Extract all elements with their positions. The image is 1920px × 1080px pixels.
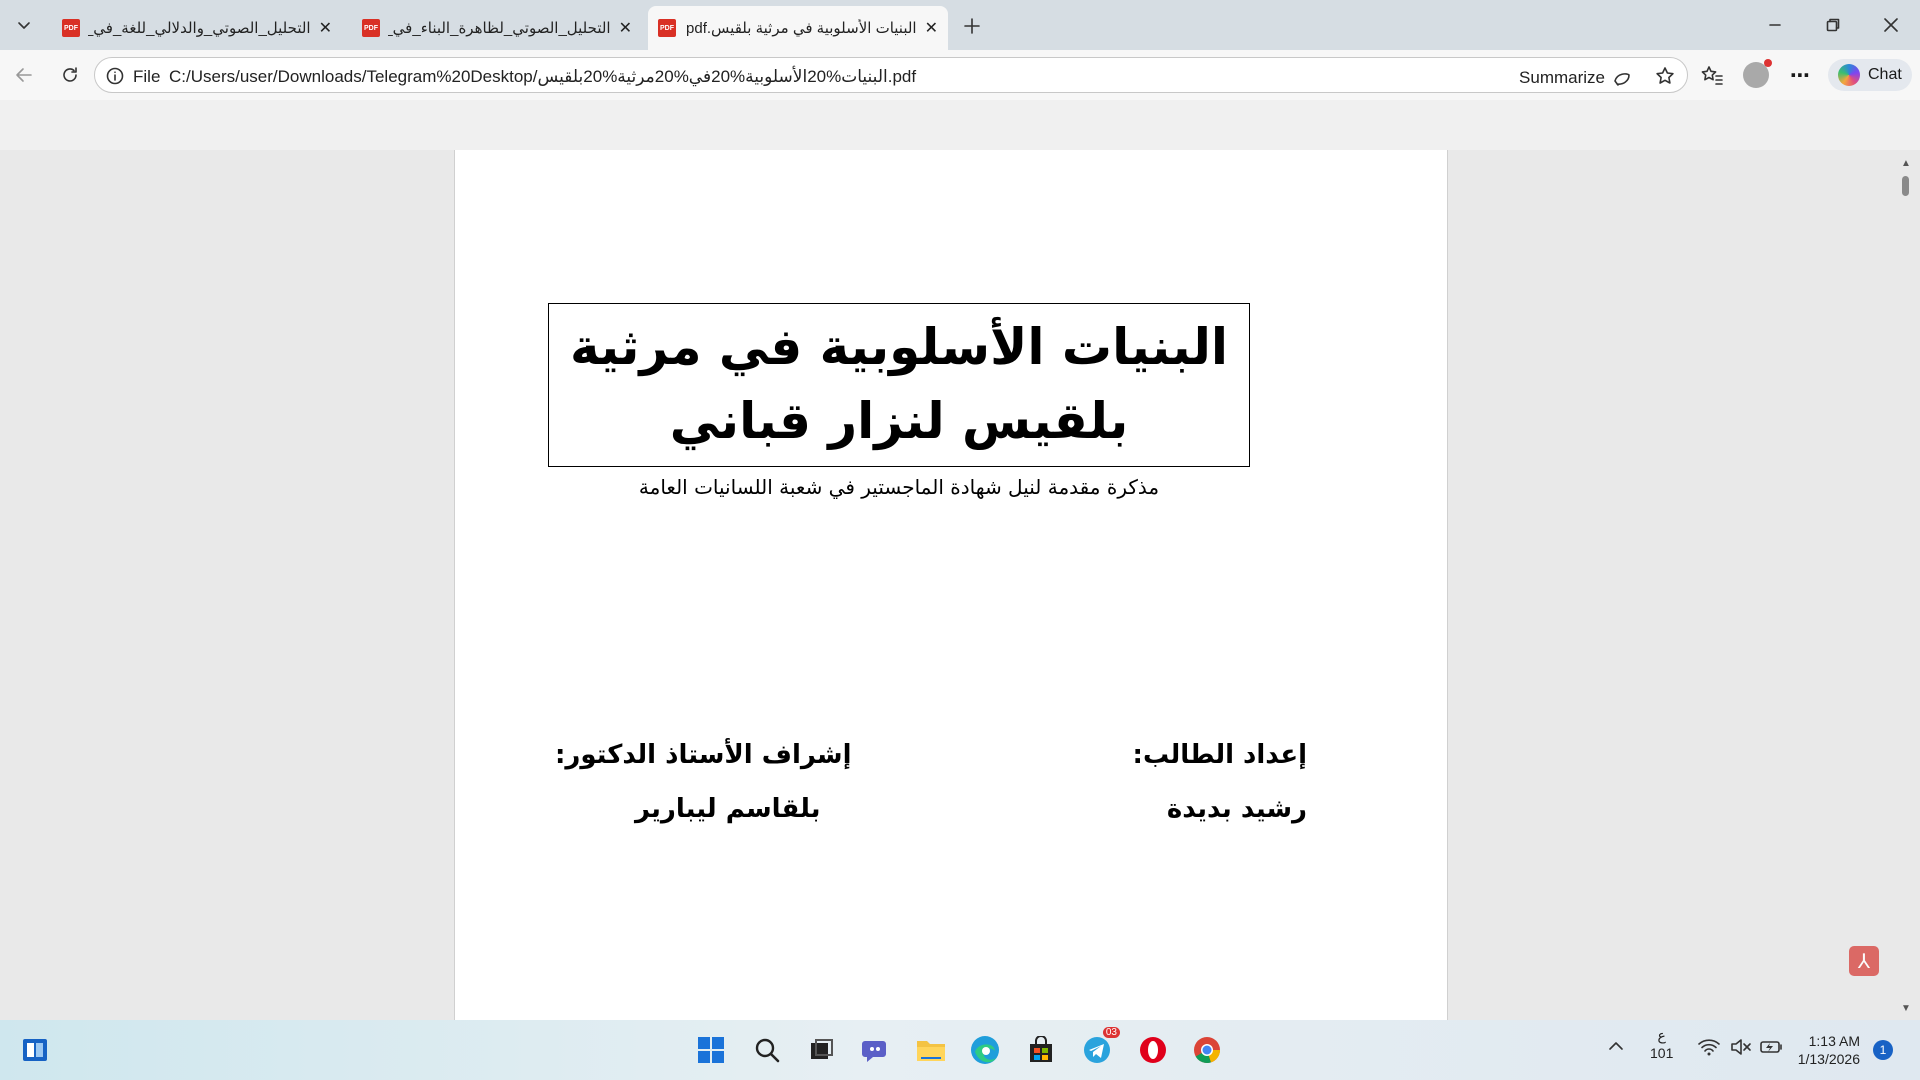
teams-chat-icon xyxy=(861,1035,891,1065)
close-icon[interactable]: ✕ xyxy=(319,18,332,38)
url-scheme: File xyxy=(133,67,161,86)
tab-title: التحليل_الصوتي_والدلالي_للغة_في_ xyxy=(88,20,311,37)
input-language[interactable]: ع 101 xyxy=(1650,1026,1673,1062)
document-title: البنيات الأسلوبية في مرثية بلقيس لنزار ق… xyxy=(569,318,1229,450)
search-button[interactable] xyxy=(746,1029,788,1071)
pdf-icon: PDF xyxy=(658,19,676,37)
address-field[interactable]: File C:/Users/user/Downloads/Telegram%20… xyxy=(94,57,1688,93)
store-icon xyxy=(1027,1036,1055,1064)
store-button[interactable] xyxy=(1020,1029,1062,1071)
scroll-down-icon[interactable]: ▼ xyxy=(1901,1003,1911,1014)
tab-title: التحليل_الصوتي_لظاهرة_البناء_في_ال xyxy=(388,20,611,37)
more-dots-icon: ⋯ xyxy=(1790,64,1810,87)
opera-icon xyxy=(1138,1035,1168,1065)
favorite-star-icon[interactable] xyxy=(1655,66,1675,86)
close-window-button[interactable] xyxy=(1862,0,1920,50)
copilot-sparkle-icon xyxy=(1611,67,1633,89)
favorites-button[interactable] xyxy=(1696,59,1728,91)
student-name: رشيد بديدة xyxy=(1166,794,1307,824)
search-icon xyxy=(753,1036,781,1064)
refresh-button[interactable] xyxy=(54,59,86,91)
widgets-button[interactable] xyxy=(14,1029,56,1071)
close-icon[interactable]: ✕ xyxy=(619,18,632,38)
edge-button[interactable] xyxy=(964,1029,1006,1071)
windows-icon xyxy=(697,1036,725,1064)
widgets-icon xyxy=(20,1035,50,1065)
chat-button[interactable]: Chat xyxy=(1828,59,1912,91)
favorites-icon xyxy=(1701,64,1723,86)
pdf-page: البنيات الأسلوبية في مرثية بلقيس لنزار ق… xyxy=(454,150,1448,1020)
teams-button[interactable] xyxy=(855,1029,897,1071)
lang-top: ع xyxy=(1657,1027,1666,1043)
wifi-icon[interactable] xyxy=(1698,1038,1720,1056)
scroll-thumb[interactable] xyxy=(1902,176,1909,196)
summarize-button[interactable]: Summarize xyxy=(1519,67,1633,89)
pdf-icon: PDF xyxy=(362,19,380,37)
tab-active[interactable]: PDF البنيات الأسلوبية في مرثية بلقيس.pdf… xyxy=(648,6,948,50)
close-icon xyxy=(1884,18,1898,32)
refresh-icon xyxy=(60,65,80,85)
minimize-icon xyxy=(1769,19,1781,31)
folder-icon xyxy=(915,1035,947,1065)
copilot-icon xyxy=(1838,64,1860,86)
clock[interactable]: 1:13 AM 1/13/2026 xyxy=(1780,1032,1860,1068)
chrome-icon xyxy=(1192,1035,1222,1065)
tab-title: البنيات الأسلوبية في مرثية بلقيس.pdf xyxy=(686,20,917,37)
new-tab-button[interactable] xyxy=(956,10,988,42)
summarize-label: Summarize xyxy=(1519,68,1605,87)
telegram-badge: 03 xyxy=(1102,1027,1120,1038)
chevron-down-icon xyxy=(16,17,32,33)
date: 1/13/2026 xyxy=(1797,1051,1860,1067)
more-button[interactable]: ⋯ xyxy=(1784,59,1816,91)
scroll-up-icon[interactable]: ▲ xyxy=(1901,158,1911,169)
volume-muted-icon[interactable] xyxy=(1730,1038,1752,1056)
telegram-icon xyxy=(1082,1035,1112,1065)
chrome-button[interactable] xyxy=(1186,1029,1228,1071)
student-label: إعداد الطالب: xyxy=(1132,740,1307,770)
url-text[interactable]: C:/Users/user/Downloads/Telegram%20Deskt… xyxy=(169,67,916,87)
opera-button[interactable] xyxy=(1132,1029,1174,1071)
plus-icon xyxy=(963,17,981,35)
address-bar-row: File C:/Users/user/Downloads/Telegram%20… xyxy=(0,50,1920,100)
tab-list-button[interactable] xyxy=(6,8,42,42)
tray-overflow-icon[interactable] xyxy=(1608,1038,1624,1054)
avatar xyxy=(1743,59,1772,88)
notification-badge[interactable]: 1 xyxy=(1873,1040,1893,1060)
info-icon[interactable] xyxy=(105,66,125,86)
supervisor-label: إشراف الأستاذ الدكتور: xyxy=(555,740,852,770)
profile-button[interactable] xyxy=(1740,59,1772,91)
acrobat-icon[interactable]: ⅄ xyxy=(1849,946,1879,976)
minimize-button[interactable] xyxy=(1746,0,1804,50)
time: 1:13 AM xyxy=(1808,1033,1860,1049)
back-button[interactable] xyxy=(8,59,40,91)
taskbar: 03 ع 101 1:13 AM 1/13/2026 1 xyxy=(0,1020,1920,1080)
chat-label: Chat xyxy=(1868,66,1902,83)
telegram-button[interactable]: 03 xyxy=(1076,1027,1120,1071)
restore-icon xyxy=(1826,18,1840,32)
start-button[interactable] xyxy=(690,1029,732,1071)
restore-button[interactable] xyxy=(1804,0,1862,50)
tab-bar: PDF التحليل_الصوتي_والدلالي_للغة_في_ ✕ P… xyxy=(0,0,1920,50)
tab-1[interactable]: PDF التحليل_الصوتي_والدلالي_للغة_في_ ✕ xyxy=(52,6,342,50)
task-view-icon xyxy=(807,1036,835,1064)
tab-2[interactable]: PDF التحليل_الصوتي_لظاهرة_البناء_في_ال ✕ xyxy=(352,6,642,50)
pdf-icon: PDF xyxy=(62,19,80,37)
arrow-left-icon xyxy=(14,65,34,85)
edge-icon xyxy=(969,1034,1001,1066)
lang-bottom: 101 xyxy=(1650,1045,1674,1061)
pdf-viewport: البنيات الأسلوبية في مرثية بلقيس لنزار ق… xyxy=(0,150,1920,1020)
document-subtitle: مذكرة مقدمة لنيل شهادة الماجستير في شعبة… xyxy=(638,475,1160,499)
file-explorer-button[interactable] xyxy=(910,1029,952,1071)
title-box: البنيات الأسلوبية في مرثية بلقيس لنزار ق… xyxy=(548,303,1250,467)
supervisor-name: بلقاسم ليبارير xyxy=(635,794,821,824)
close-icon[interactable]: ✕ xyxy=(925,18,938,38)
vertical-scrollbar[interactable]: ▲ ▼ xyxy=(1896,150,1914,1020)
task-view-button[interactable] xyxy=(800,1029,842,1071)
